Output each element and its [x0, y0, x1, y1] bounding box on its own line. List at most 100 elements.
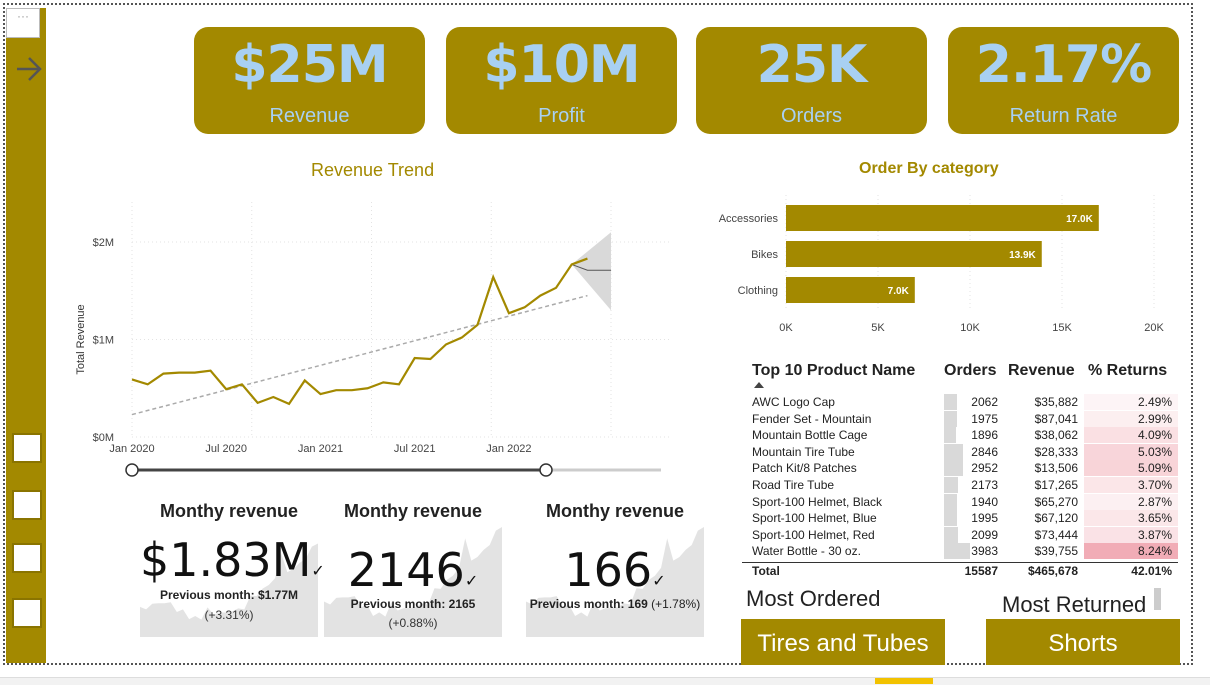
active-page-tab[interactable]: [875, 678, 933, 684]
table-row[interactable]: Water Bottle - 30 oz.3983$39,7558.24%: [742, 543, 1178, 559]
checkbox-icon[interactable]: [12, 543, 42, 573]
checkbox-icon[interactable]: [12, 433, 42, 463]
revenue-value: $17,265: [1004, 478, 1078, 492]
card-previous: Previous month: 169 (+1.78%): [526, 597, 704, 611]
revenue-value: $73,444: [1004, 528, 1078, 542]
trend-line: [132, 296, 587, 415]
table-row[interactable]: AWC Logo Cap2062$35,8822.49%: [742, 394, 1178, 410]
card-title: Monthy revenue: [526, 501, 704, 522]
x-tick-label: 15K: [1052, 322, 1072, 334]
most-ordered-button[interactable]: Tires and Tubes: [741, 619, 945, 665]
card-delta: (+0.88%): [324, 616, 502, 630]
kpi-profit-card[interactable]: $10M Profit: [446, 27, 677, 134]
kpi-label: Revenue: [194, 105, 425, 128]
kpi-label: Orders: [696, 105, 927, 128]
order-by-category-title: Order By category: [859, 160, 999, 178]
kpi-value: $10M: [446, 35, 677, 95]
table-row[interactable]: Mountain Bottle Cage1896$38,0624.09%: [742, 427, 1178, 443]
column-header-returns[interactable]: % Returns: [1088, 362, 1167, 380]
card-title: Monthy revenue: [140, 501, 318, 522]
orders-value: 1940: [942, 495, 998, 509]
table-row[interactable]: Mountain Tire Tube2846$28,3335.03%: [742, 444, 1178, 460]
category-label: Bikes: [751, 249, 778, 261]
kpi-return-rate-card[interactable]: 2.17% Return Rate: [948, 27, 1179, 134]
most-returned-button[interactable]: Shorts: [986, 619, 1180, 665]
table-row[interactable]: Sport-100 Helmet, Blue1995$67,1203.65%: [742, 510, 1178, 526]
card-previous: Previous month: $1.77M: [140, 588, 318, 602]
category-label: Clothing: [738, 285, 778, 297]
check-icon: ✓: [652, 571, 665, 590]
returns-value: 5.03%: [1084, 445, 1172, 459]
column-header-revenue[interactable]: Revenue: [1008, 362, 1075, 380]
revenue-value: $87,041: [1004, 412, 1078, 426]
check-icon: ✓: [311, 561, 324, 580]
product-name: Mountain Tire Tube: [752, 445, 855, 459]
product-name: Patch Kit/8 Patches: [752, 461, 857, 475]
orders-value: 2099: [942, 528, 998, 542]
bar-bikes: [786, 241, 1042, 267]
revenue-value: $35,882: [1004, 395, 1078, 409]
x-tick-label: 0K: [779, 322, 793, 334]
total-orders: 15587: [942, 564, 998, 578]
card-title: Monthy revenue: [324, 501, 502, 522]
x-tick-label: Jan 2020: [109, 443, 154, 455]
returns-value: 2.49%: [1084, 395, 1172, 409]
table-row[interactable]: Road Tire Tube2173$17,2653.70%: [742, 477, 1178, 493]
x-tick-label: Jul 2021: [394, 443, 436, 455]
back-icon[interactable]: ···: [6, 8, 40, 38]
returns-value: 5.09%: [1084, 461, 1172, 475]
column-header-orders[interactable]: Orders: [944, 362, 996, 380]
forecast-band: [572, 232, 611, 310]
y-tick-label: $2M: [93, 237, 114, 249]
kpi-value: 25K: [696, 35, 927, 95]
revenue-value: $67,120: [1004, 511, 1078, 525]
card-value: 2146✓: [324, 543, 502, 597]
product-name: Road Tire Tube: [752, 478, 834, 492]
product-name: Water Bottle - 30 oz.: [752, 544, 861, 558]
category-label: Accessories: [719, 213, 779, 225]
scroll-handle[interactable]: [1154, 588, 1161, 610]
revenue-trend-title: Revenue Trend: [311, 160, 434, 181]
returns-value: 8.24%: [1084, 544, 1172, 558]
revenue-value: $28,333: [1004, 445, 1078, 459]
data-label: 17.0K: [1066, 214, 1093, 225]
product-name: Fender Set - Mountain: [752, 412, 871, 426]
table-row[interactable]: Sport-100 Helmet, Black1940$65,2702.87%: [742, 494, 1178, 510]
checkbox-icon[interactable]: [12, 490, 42, 520]
orders-value: 2062: [942, 395, 998, 409]
orders-value: 1896: [942, 428, 998, 442]
x-tick-label: Jan 2022: [486, 443, 531, 455]
returns-value: 3.87%: [1084, 528, 1172, 542]
x-tick-label: 20K: [1144, 322, 1164, 334]
arrow-right-icon[interactable]: [14, 54, 44, 84]
orders-value: 1995: [942, 511, 998, 525]
monthly-orders-card[interactable]: Monthy revenue 2146✓ Previous month: 216…: [324, 493, 502, 637]
revenue-value: $39,755: [1004, 544, 1078, 558]
card-delta: (+3.31%): [140, 608, 318, 622]
product-name: Sport-100 Helmet, Red: [752, 528, 875, 542]
slider-handle-start[interactable]: [126, 464, 138, 476]
revenue-trend-chart[interactable]: $0M$1M$2MTotal RevenueJan 2020Jul 2020Ja…: [66, 190, 676, 485]
total-returns: 42.01%: [1084, 564, 1172, 578]
kpi-label: Profit: [446, 105, 677, 128]
kpi-revenue-card[interactable]: $25M Revenue: [194, 27, 425, 134]
monthly-revenue-card[interactable]: Monthy revenue $1.83M✓ Previous month: $…: [140, 493, 318, 637]
sort-arrow-icon[interactable]: [754, 382, 764, 388]
kpi-value: 2.17%: [948, 35, 1179, 95]
returns-value: 3.65%: [1084, 511, 1172, 525]
order-by-category-chart[interactable]: 0K5K10K15K20KAccessories17.0KBikes13.9KC…: [712, 185, 1182, 340]
checkbox-icon[interactable]: [12, 598, 42, 628]
kpi-orders-card[interactable]: 25K Orders: [696, 27, 927, 134]
x-tick-label: Jul 2020: [205, 443, 247, 455]
column-header-product[interactable]: Top 10 Product Name: [752, 362, 915, 380]
kpi-value: $25M: [194, 35, 425, 95]
slider-handle-end[interactable]: [540, 464, 552, 476]
revenue-series-line: [132, 259, 587, 404]
returns-value: 4.09%: [1084, 428, 1172, 442]
product-name: Mountain Bottle Cage: [752, 428, 867, 442]
table-row[interactable]: Patch Kit/8 Patches2952$13,5065.09%: [742, 460, 1178, 476]
table-row[interactable]: Sport-100 Helmet, Red 2099 $73,444 3.87%: [742, 527, 1178, 543]
revenue-value: $65,270: [1004, 495, 1078, 509]
monthly-returns-card[interactable]: Monthy revenue 166✓ Previous month: 169 …: [526, 493, 704, 637]
table-row[interactable]: Fender Set - Mountain1975$87,0412.99%: [742, 411, 1178, 427]
